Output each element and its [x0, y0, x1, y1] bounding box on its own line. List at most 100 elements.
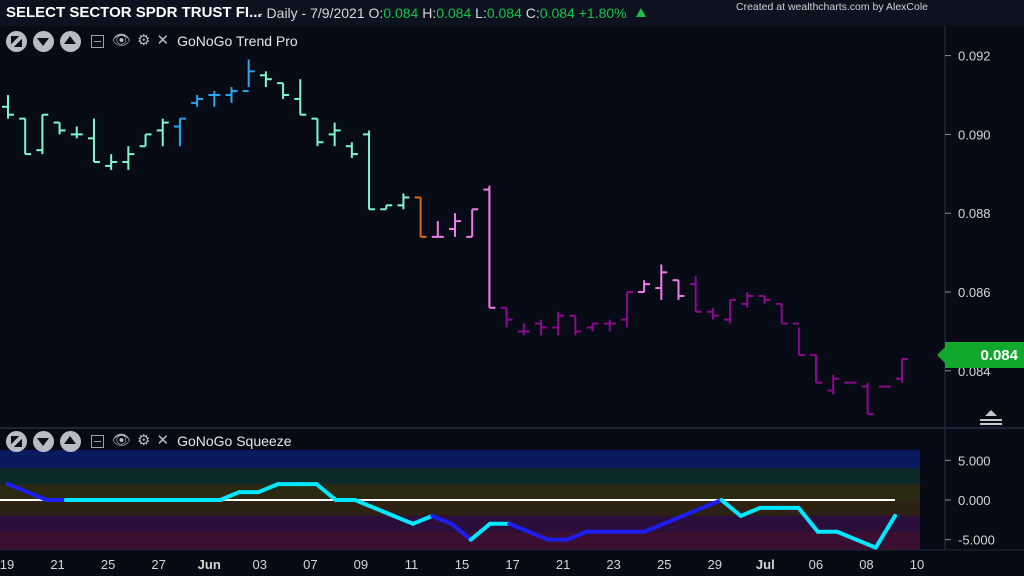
time-tick-label: 25 [101, 557, 115, 572]
move-panel-down-button[interactable] [33, 30, 54, 52]
ohlc-bar [2, 94, 14, 119]
ohlc-bar [70, 126, 83, 139]
ohlc-bar [672, 279, 685, 300]
time-tick-label: Jul [756, 557, 775, 572]
chart-header: SELECT SECTOR SPDR TRUST FI... - Daily -… [0, 0, 1024, 26]
time-tick-label: 10 [910, 557, 924, 572]
arrow-down-icon [37, 437, 49, 446]
oscillator-panel-label: GoNoGo Squeeze [177, 433, 292, 449]
ohlc-bar [603, 319, 616, 332]
eye-icon[interactable]: 👁 [112, 30, 131, 52]
chart-workspace: 0.092 0.090 0.088 0.086 0.084 5.000 0.000 -5.00… [0, 0, 1024, 576]
eye-icon[interactable]: 👁 [112, 430, 131, 452]
close-value: 0.084 [539, 5, 575, 21]
ohlc-bar [827, 374, 840, 395]
price-panel-toolbar: 👁 ⚙ ✕ GoNoGo Trend Pro [6, 30, 298, 52]
collapse-icon[interactable] [91, 434, 104, 448]
expand-icon [11, 435, 22, 447]
arrow-up-icon [64, 35, 76, 44]
expand-icon [11, 35, 22, 47]
panel-resize-icon[interactable] [980, 410, 1002, 424]
close-icon[interactable]: ✕ [157, 30, 170, 52]
oscillator-tick-label: 0.000 [958, 493, 991, 508]
ohlc-bar [139, 133, 152, 148]
ohlc-bar [655, 264, 668, 300]
oscillator-tick-label: -5.000 [958, 533, 995, 548]
ohlc-bar [517, 323, 530, 336]
ohlc-bar [87, 118, 100, 163]
ohlc-bar [741, 292, 754, 308]
ohlc-bar [775, 302, 788, 325]
ohlc-bar [173, 117, 186, 147]
ohlc-bar [466, 208, 479, 238]
time-tick-label: 17 [505, 557, 519, 572]
time-tick-label: Jun [198, 557, 221, 572]
interval-date: - Daily - 7/9/2021 [258, 5, 365, 21]
open-value: 0.084 [383, 5, 419, 21]
ohlc-bar [724, 298, 737, 324]
time-tick-label: 23 [606, 557, 620, 572]
gear-icon[interactable]: ⚙ [137, 30, 150, 52]
ohlc-bar [586, 322, 599, 332]
up-arrow-icon [636, 8, 647, 17]
maximize-panel-button[interactable] [6, 30, 27, 52]
credit-text: Created at wealthcharts.com by AlexCole [736, 1, 929, 13]
ohlc-bar [896, 358, 908, 383]
gear-icon[interactable]: ⚙ [137, 430, 150, 452]
move-panel-up-button[interactable] [60, 430, 81, 452]
ohlc-bar [500, 306, 513, 328]
ohlc-bar [534, 319, 547, 336]
ohlc-bar [552, 311, 565, 336]
time-tick-label: 09 [354, 557, 368, 572]
move-panel-up-button[interactable] [60, 30, 81, 52]
ohlc-bar [225, 87, 238, 103]
time-tick-label: 25 [657, 557, 671, 572]
oscillator-band-bottom [0, 531, 920, 550]
ohlc-bar [397, 193, 410, 210]
ohlc-bar [328, 122, 341, 147]
price-tick-label: 0.088 [958, 206, 991, 221]
price-tick-label: 0.090 [958, 127, 991, 142]
maximize-panel-button[interactable] [6, 430, 27, 452]
ohlc-bar [122, 146, 135, 170]
ohlc-bar [36, 113, 49, 155]
close-label: C: [525, 5, 540, 21]
oscillator-band-upper [0, 468, 920, 485]
time-tick-label: 03 [253, 557, 267, 572]
ohlc-bar [810, 354, 823, 384]
chart-canvas[interactable]: 0.092 0.090 0.088 0.086 0.084 5.000 0.000 -5.00… [0, 0, 1024, 576]
ohlc-bar [208, 91, 221, 107]
ohlc-bar [363, 130, 376, 211]
ohlc-bar [53, 121, 66, 135]
time-tick-label: 21 [50, 557, 64, 572]
ohlc-bar [380, 204, 393, 211]
ohlc-bar [449, 213, 461, 237]
ohlc-bar [294, 79, 307, 116]
time-tick-label: 21 [556, 557, 570, 572]
time-tick-label: 08 [859, 557, 873, 572]
ohlc-bar [689, 276, 702, 313]
collapse-icon[interactable] [91, 34, 104, 48]
ohlc-bar [569, 314, 582, 336]
open-label: O: [368, 5, 384, 21]
ohlc-bar [311, 117, 324, 147]
ohlc-bar [792, 322, 805, 357]
price-tick-label: 0.092 [958, 49, 991, 64]
oscillator-band-positive [0, 484, 920, 500]
ohlc-bar [414, 196, 427, 238]
oscillator-panel-toolbar: 👁 ⚙ ✕ GoNoGo Squeeze [6, 430, 291, 452]
close-icon[interactable]: ✕ [157, 430, 170, 452]
arrow-down-icon [37, 37, 49, 46]
price-panel-label: GoNoGo Trend Pro [177, 33, 298, 49]
ohlc-bar [19, 117, 32, 156]
ohlc-bar [758, 294, 771, 304]
ohlc-bar [620, 291, 633, 328]
move-panel-down-button[interactable] [33, 430, 54, 452]
low-label: L: [475, 5, 487, 21]
ohlc-bar [191, 94, 204, 107]
high-value: 0.084 [436, 5, 472, 21]
arrow-up-icon [64, 435, 76, 444]
symbol-title[interactable]: SELECT SECTOR SPDR TRUST FI... [6, 4, 262, 21]
time-tick-label: 11 [405, 557, 419, 572]
oscillator-tick-label: 5.000 [958, 453, 991, 468]
